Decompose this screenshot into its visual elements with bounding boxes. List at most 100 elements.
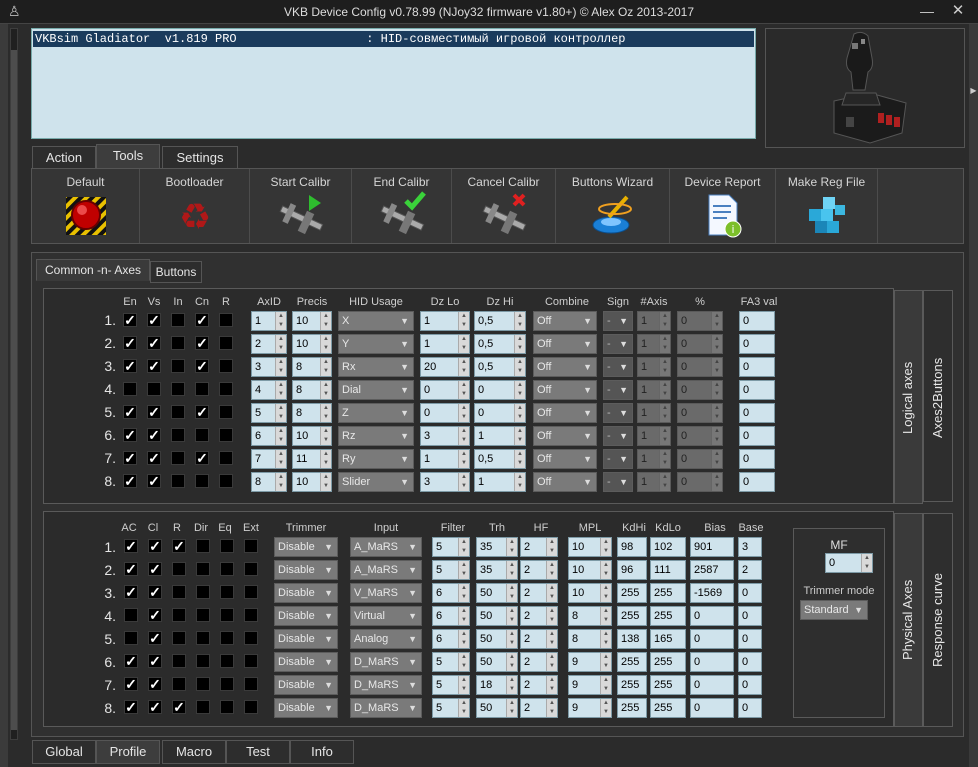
buttons-wizard-button[interactable]: Buttons Wizard [556, 169, 670, 243]
axis-number-spinner[interactable]: 1 ▲ ▼ [637, 357, 671, 377]
checkbox-ac[interactable]: ✓ [124, 562, 138, 576]
hf-spinner[interactable]: 2 ▲ ▼ [520, 629, 558, 649]
hid-usage-select[interactable]: Z ▼ [338, 403, 414, 423]
sign-select[interactable]: - ▼ [603, 472, 633, 492]
axid-spinner[interactable]: 1 ▲ ▼ [251, 311, 287, 331]
hid-usage-select[interactable]: Rx ▼ [338, 357, 414, 377]
base-field[interactable]: 2 [738, 560, 762, 580]
precis-spinner[interactable]: 11 ▲ ▼ [292, 449, 332, 469]
checkbox-dir[interactable] [196, 654, 210, 668]
spin-arrows-icon[interactable]: ▲ ▼ [458, 584, 469, 602]
combine-select[interactable]: Off ▼ [533, 449, 597, 469]
spin-arrows-icon[interactable]: ▲ ▼ [659, 427, 670, 445]
axis-number-spinner[interactable]: 1 ▲ ▼ [637, 472, 671, 492]
checkbox-r[interactable] [172, 562, 186, 576]
hid-usage-select[interactable]: Ry ▼ [338, 449, 414, 469]
tab-global[interactable]: Global [32, 740, 96, 764]
spin-arrows-icon[interactable]: ▲ ▼ [275, 427, 286, 445]
trimmer-select[interactable]: Disable ▼ [274, 537, 338, 557]
trh-spinner[interactable]: 50 ▲ ▼ [476, 652, 518, 672]
checkbox-dir[interactable] [196, 631, 210, 645]
base-field[interactable]: 0 [738, 675, 762, 695]
spin-arrows-icon[interactable]: ▲ ▼ [546, 584, 557, 602]
checkbox-eq[interactable] [220, 585, 234, 599]
percent-spinner[interactable]: 0 ▲ ▼ [677, 426, 723, 446]
spin-arrows-icon[interactable]: ▲ ▼ [514, 450, 525, 468]
mf-input[interactable]: 0 ▲ ▼ [825, 553, 873, 573]
tab-profile[interactable]: Profile [96, 740, 160, 764]
combine-select[interactable]: Off ▼ [533, 334, 597, 354]
tab-buttons[interactable]: Buttons [150, 261, 202, 283]
hf-spinner[interactable]: 2 ▲ ▼ [520, 537, 558, 557]
checkbox-vs[interactable]: ✓ [147, 451, 161, 465]
hf-spinner[interactable]: 2 ▲ ▼ [520, 560, 558, 580]
bias-field[interactable]: 0 [690, 698, 734, 718]
checkbox-r[interactable] [172, 608, 186, 622]
dz-hi-spinner[interactable]: 0,5 ▲ ▼ [474, 311, 526, 331]
precis-spinner[interactable]: 8 ▲ ▼ [292, 380, 332, 400]
hid-usage-select[interactable]: Slider ▼ [338, 472, 414, 492]
trh-spinner[interactable]: 35 ▲ ▼ [476, 537, 518, 557]
end-calibr-button[interactable]: End Calibr [352, 169, 452, 243]
kdlo-field[interactable]: 165 [650, 629, 686, 649]
spin-arrows-icon[interactable]: ▲ ▼ [458, 676, 469, 694]
checkbox-ext[interactable] [244, 677, 258, 691]
spin-arrows-icon[interactable]: ▲ ▼ [659, 312, 670, 330]
precis-spinner[interactable]: 10 ▲ ▼ [292, 311, 332, 331]
checkbox-r[interactable] [219, 428, 233, 442]
kdhi-field[interactable]: 255 [617, 652, 647, 672]
spin-arrows-icon[interactable]: ▲ ▼ [506, 584, 517, 602]
checkbox-ac[interactable]: ✓ [124, 654, 138, 668]
spin-arrows-icon[interactable]: ▲ ▼ [546, 538, 557, 556]
trimmer-select[interactable]: Disable ▼ [274, 560, 338, 580]
axid-spinner[interactable]: 4 ▲ ▼ [251, 380, 287, 400]
spin-arrows-icon[interactable]: ▲ ▼ [458, 427, 469, 445]
trimmer-select[interactable]: Disable ▼ [274, 652, 338, 672]
checkbox-cl[interactable]: ✓ [148, 608, 162, 622]
checkbox-cn[interactable]: ✓ [195, 359, 209, 373]
dz-lo-spinner[interactable]: 1 ▲ ▼ [420, 334, 470, 354]
checkbox-cn[interactable]: ✓ [195, 336, 209, 350]
fa3-value-field[interactable]: 0 [739, 472, 775, 492]
device-list[interactable]: VKBsim Gladiator v1.819 PRO : HID-совмес… [31, 28, 756, 139]
checkbox-en[interactable]: ✓ [123, 313, 137, 327]
sign-select[interactable]: - ▼ [603, 403, 633, 423]
checkbox-in[interactable] [171, 428, 185, 442]
mpl-spinner[interactable]: 10 ▲ ▼ [568, 583, 612, 603]
trh-spinner[interactable]: 50 ▲ ▼ [476, 698, 518, 718]
start-calibr-button[interactable]: Start Calibr [250, 169, 352, 243]
checkbox-in[interactable] [171, 382, 185, 396]
checkbox-r[interactable] [219, 359, 233, 373]
spin-arrows-icon[interactable]: ▲ ▼ [275, 473, 286, 491]
dz-hi-spinner[interactable]: 0,5 ▲ ▼ [474, 449, 526, 469]
checkbox-eq[interactable] [220, 654, 234, 668]
spin-arrows-icon[interactable]: ▲ ▼ [458, 404, 469, 422]
checkbox-eq[interactable] [220, 562, 234, 576]
checkbox-ext[interactable] [244, 631, 258, 645]
tab-macro[interactable]: Macro [162, 740, 226, 764]
bootloader-button[interactable]: Bootloader ♻ [140, 169, 250, 243]
trimmer-select[interactable]: Disable ▼ [274, 675, 338, 695]
checkbox-en[interactable]: ✓ [123, 428, 137, 442]
spin-arrows-icon[interactable]: ▲ ▼ [600, 653, 611, 671]
spin-arrows-icon[interactable]: ▲ ▼ [600, 699, 611, 717]
spin-arrows-icon[interactable]: ▲ ▼ [600, 584, 611, 602]
fa3-value-field[interactable]: 0 [739, 449, 775, 469]
spin-arrows-icon[interactable]: ▲ ▼ [659, 335, 670, 353]
checkbox-dir[interactable] [196, 608, 210, 622]
checkbox-cn[interactable]: ✓ [195, 313, 209, 327]
checkbox-cl[interactable]: ✓ [148, 631, 162, 645]
fa3-value-field[interactable]: 0 [739, 334, 775, 354]
spin-arrows-icon[interactable]: ▲ ▼ [514, 427, 525, 445]
checkbox-vs[interactable]: ✓ [147, 359, 161, 373]
spin-arrows-icon[interactable]: ▲ ▼ [320, 312, 331, 330]
spin-arrows-icon[interactable]: ▲ ▼ [861, 554, 872, 572]
checkbox-in[interactable] [171, 451, 185, 465]
sign-select[interactable]: - ▼ [603, 311, 633, 331]
minimize-button[interactable]: — [919, 2, 935, 20]
bias-field[interactable]: 0 [690, 652, 734, 672]
axid-spinner[interactable]: 7 ▲ ▼ [251, 449, 287, 469]
trh-spinner[interactable]: 18 ▲ ▼ [476, 675, 518, 695]
checkbox-eq[interactable] [220, 677, 234, 691]
precis-spinner[interactable]: 10 ▲ ▼ [292, 334, 332, 354]
